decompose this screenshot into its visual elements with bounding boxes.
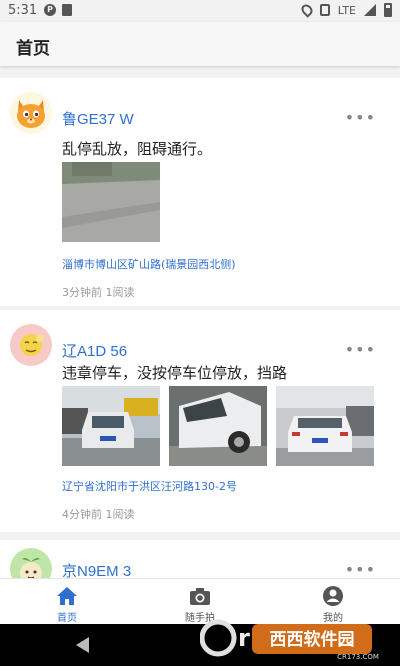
more-options-icon[interactable]: ••• (345, 108, 376, 127)
app-bar: 首页 (0, 22, 400, 66)
pavement-photo-icon (62, 162, 160, 242)
more-options-icon[interactable]: ••• (345, 560, 376, 578)
post-meta: 4分钟前 1阅读 (62, 508, 135, 521)
post-photo[interactable] (62, 162, 160, 242)
post-feed[interactable]: 鲁GE37 W ••• 乱停乱放，阻碍通行。 淄博市博山区矿山路(瑞景园西北侧)… (0, 68, 400, 578)
post-address[interactable]: 辽宁省沈阳市于洪区汪河路130-2号 (62, 478, 237, 494)
parked-car-photo-icon (276, 386, 374, 466)
cat-avatar-icon (10, 92, 52, 134)
parked-car-photo-icon (62, 386, 160, 466)
avatar[interactable] (10, 324, 52, 366)
post-description: 乱停乱放，阻碍通行。 (62, 140, 213, 158)
license-plate[interactable]: 辽A1D 56 (62, 340, 127, 361)
watermark-logo: r 西西软件园 CR173.COM (199, 616, 390, 661)
page-title: 首页 (16, 39, 50, 59)
post-meta: 3分钟前 1阅读 (62, 286, 135, 299)
location-icon (298, 2, 315, 18)
signal-icon (364, 4, 376, 16)
license-plate[interactable]: 鲁GE37 W (62, 108, 134, 129)
post-photo[interactable] (62, 386, 160, 466)
avatar[interactable] (10, 548, 52, 578)
nav-label: 首页 (57, 613, 77, 624)
post-photo[interactable] (169, 386, 267, 466)
post-photo[interactable] (276, 386, 374, 466)
post-address[interactable]: 淄博市博山区矿山路(瑞景园西北侧) (62, 256, 236, 272)
parked-car-photo-icon (169, 386, 267, 466)
home-icon (57, 587, 77, 605)
app-notification-icon: P (44, 4, 56, 16)
system-indicators: LTE (298, 2, 392, 18)
svg-text:r: r (238, 624, 250, 652)
nav-item-home[interactable]: 首页 (17, 579, 117, 625)
camera-icon (190, 588, 210, 605)
post-card[interactable]: 鲁GE37 W ••• 乱停乱放，阻碍通行。 淄博市博山区矿山路(瑞景园西北侧)… (0, 78, 400, 306)
more-options-icon[interactable]: ••• (345, 340, 376, 359)
status-bar: 5:31 P LTE (0, 0, 400, 22)
avatar[interactable] (10, 92, 52, 134)
watermark-logo-icon: r 西西软件园 CR173.COM (199, 619, 379, 661)
svg-text:CR173.COM: CR173.COM (337, 653, 379, 660)
post-card[interactable]: 辽A1D 56 ••• 违章停车，没按停车位停放，挡路 辽宁省沈阳市于洪区汪河路… (0, 310, 400, 532)
status-time: 5:31 (8, 3, 38, 18)
sprout-avatar-icon (10, 548, 52, 578)
svg-text:西西软件园: 西西软件园 (270, 629, 355, 650)
sd-card-icon (62, 4, 72, 16)
network-type: LTE (337, 3, 356, 17)
back-icon[interactable] (76, 637, 89, 653)
license-plate[interactable]: 京N9EM 3 (62, 560, 131, 578)
notification-icons: P (44, 4, 72, 16)
emoji-avatar-icon (10, 324, 52, 366)
vibrate-icon (319, 4, 330, 16)
battery-icon (384, 3, 392, 17)
post-description: 违章停车，没按停车位停放，挡路 (62, 364, 288, 382)
profile-icon (323, 586, 343, 606)
post-card[interactable]: 京N9EM 3 ••• (0, 540, 400, 578)
